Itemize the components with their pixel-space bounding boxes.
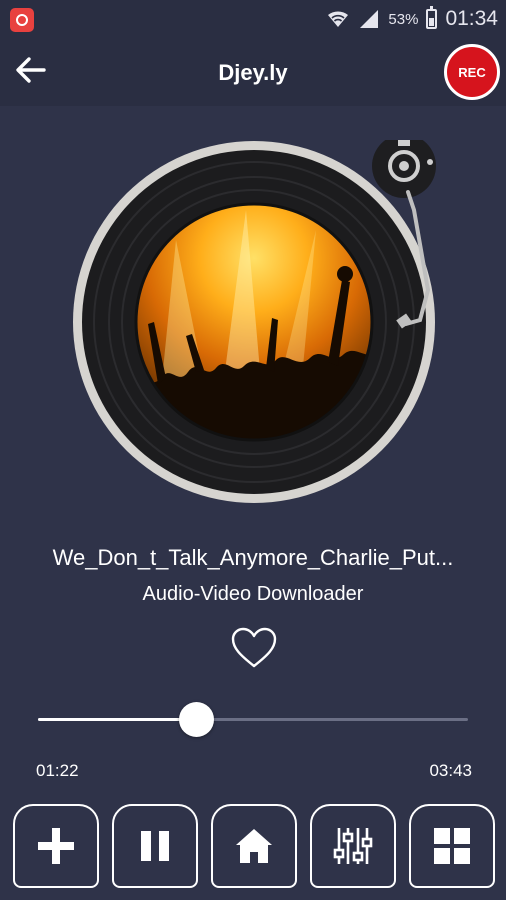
app-title: Djey.ly xyxy=(218,60,288,85)
home-button[interactable] xyxy=(211,804,297,888)
equalizer-icon xyxy=(333,828,373,864)
home-icon xyxy=(236,829,272,863)
seek-thumb[interactable] xyxy=(178,702,214,737)
pause-icon xyxy=(141,831,169,861)
control-bar xyxy=(0,802,506,892)
equalizer-button[interactable] xyxy=(310,804,396,888)
pause-button[interactable] xyxy=(112,804,198,888)
status-time: 01:34 xyxy=(445,7,498,30)
add-button[interactable] xyxy=(13,804,99,888)
heart-outline-icon xyxy=(231,627,277,668)
seek-bar[interactable] xyxy=(38,700,468,740)
status-indicators: 53% 01:34 xyxy=(326,4,498,34)
track-subtitle: Audio-Video Downloader xyxy=(142,583,364,605)
grid-menu-button[interactable] xyxy=(409,804,495,888)
like-button[interactable] xyxy=(230,626,278,670)
battery-percent: 53% xyxy=(388,10,419,28)
record-app-icon xyxy=(10,8,34,32)
seek-progress xyxy=(38,718,196,721)
status-bar: 53% 01:34 xyxy=(0,0,506,38)
elapsed-time: 01:22 xyxy=(36,761,79,780)
plus-icon xyxy=(38,828,74,864)
signal-icon xyxy=(360,10,379,28)
app-bar: Djey.ly REC xyxy=(0,38,506,106)
wifi-icon xyxy=(328,11,349,27)
grid-icon xyxy=(434,828,470,864)
rec-button[interactable]: REC xyxy=(444,44,500,100)
track-title: We_Don_t_Talk_Anymore_Charlie_Put... xyxy=(52,545,454,570)
total-duration: 03:43 xyxy=(429,761,472,780)
turntable xyxy=(73,140,436,503)
battery-icon xyxy=(426,6,438,29)
